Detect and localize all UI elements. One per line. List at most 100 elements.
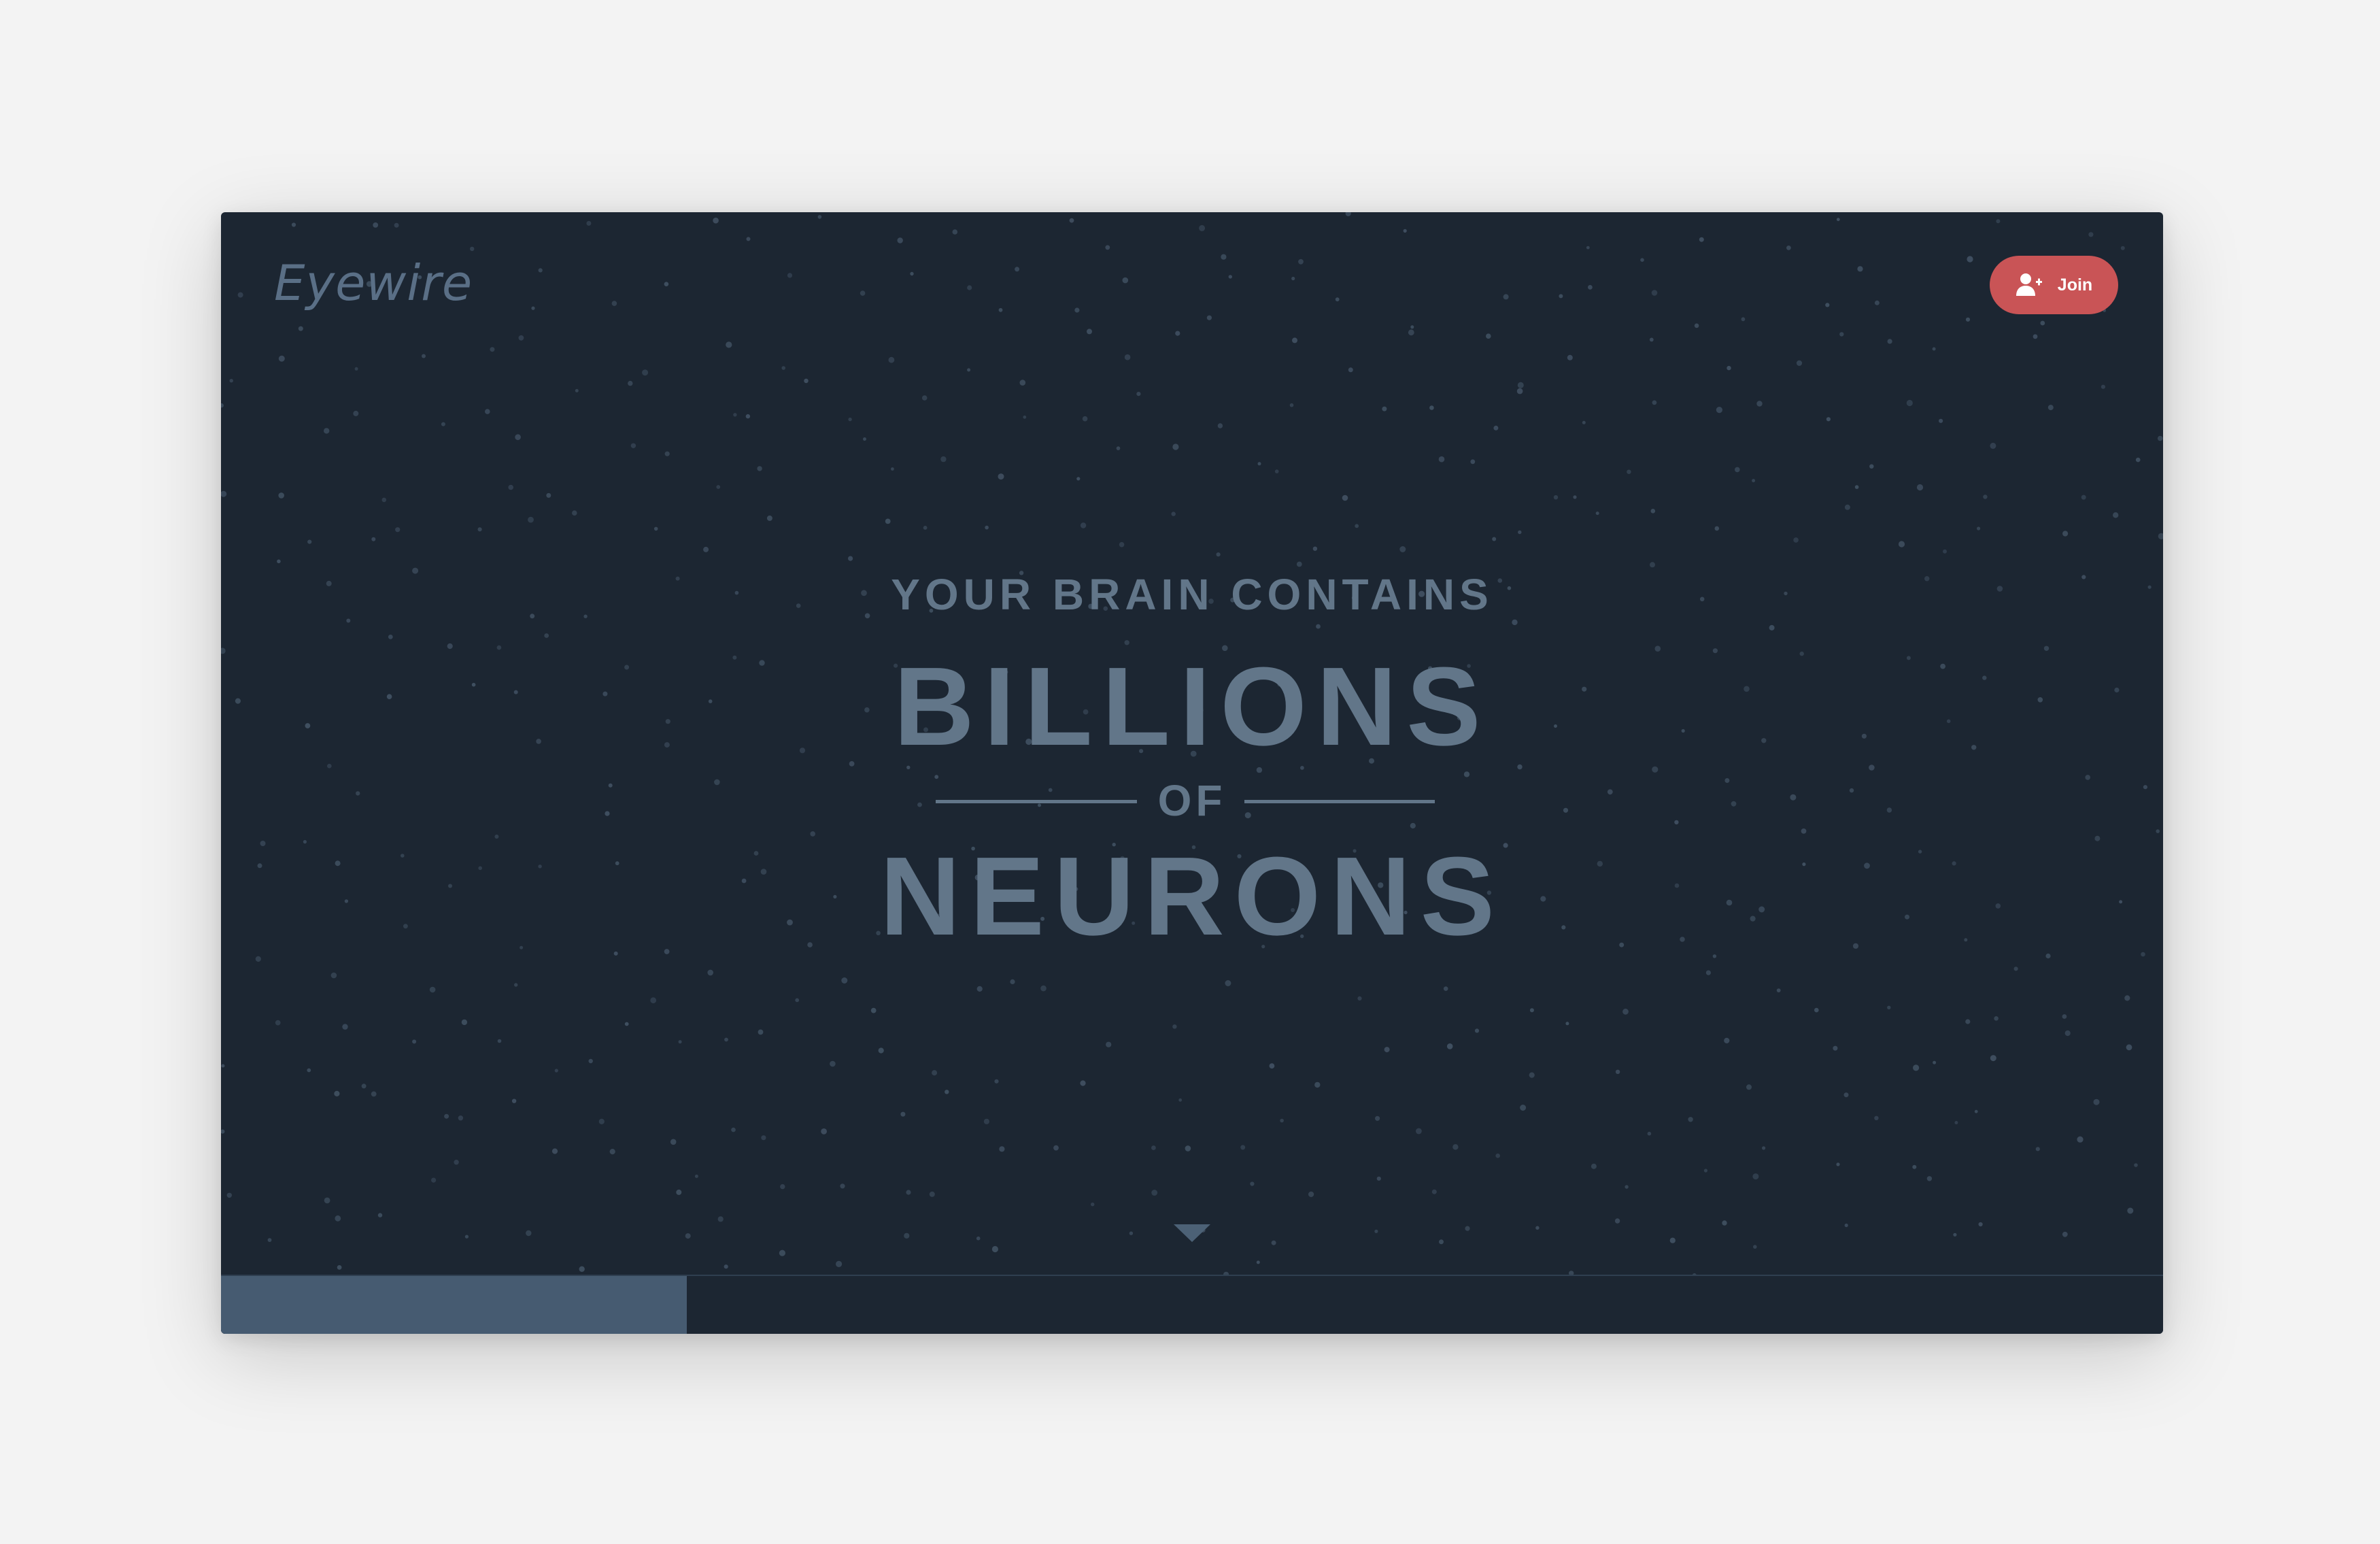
star-dot	[1074, 307, 1080, 313]
star-dot	[394, 222, 399, 228]
star-dot	[1452, 1144, 1459, 1150]
star-dot	[1492, 537, 1497, 541]
star-dot	[1887, 1005, 1891, 1010]
star-dot	[1857, 266, 1863, 272]
star-dot	[724, 1264, 728, 1269]
star-dot	[1839, 332, 1844, 337]
eyewire-logo[interactable]: Eyewire	[274, 258, 473, 307]
star-dot	[1470, 459, 1476, 465]
star-dot	[2033, 334, 2038, 339]
star-dot	[1724, 1037, 1730, 1043]
star-dot	[531, 306, 535, 310]
star-dot	[810, 831, 815, 837]
star-dot	[1105, 245, 1110, 250]
star-dot	[1627, 469, 1631, 474]
star-dot	[226, 1192, 232, 1198]
star-dot	[2156, 829, 2160, 833]
star-dot	[1010, 979, 1015, 984]
star-dot	[1712, 954, 1717, 958]
star-dot	[717, 1216, 724, 1222]
star-dot	[454, 1160, 459, 1165]
star-dot	[733, 413, 737, 417]
star-dot	[1932, 347, 1936, 351]
star-dot	[2062, 1014, 2067, 1019]
progress-bar-fill	[221, 1276, 687, 1334]
star-dot	[354, 367, 358, 371]
star-dot	[1559, 294, 1563, 299]
star-dot	[1716, 407, 1722, 414]
star-dot	[2047, 405, 2054, 411]
star-dot	[1591, 1163, 1597, 1169]
star-dot	[1836, 218, 1840, 222]
star-dot	[1943, 549, 1947, 554]
star-dot	[1647, 1131, 1652, 1136]
star-dot	[932, 1070, 938, 1076]
star-dot	[781, 366, 785, 370]
star-dot	[904, 1232, 910, 1239]
star-dot	[685, 1233, 691, 1239]
star-dot	[716, 485, 721, 489]
star-dot	[1912, 1164, 1917, 1169]
star-dot	[1926, 1176, 1933, 1181]
star-dot	[447, 643, 453, 650]
star-dot	[1429, 405, 1434, 410]
star-dot	[1722, 1220, 1727, 1226]
star-dot	[1567, 354, 1573, 360]
star-dot	[758, 1029, 764, 1035]
progress-bar	[221, 1275, 2163, 1334]
star-dot	[1335, 297, 1340, 302]
star-dot	[1512, 619, 1518, 626]
star-dot	[2013, 967, 2018, 971]
star-dot	[335, 1215, 341, 1222]
star-dot	[572, 510, 577, 516]
star-dot	[817, 215, 822, 219]
star-dot	[1746, 1084, 1752, 1090]
star-dot	[745, 414, 751, 419]
star-dot	[458, 1115, 464, 1121]
star-dot	[1493, 425, 1499, 431]
star-dot	[840, 1184, 845, 1189]
join-label: Join	[2057, 275, 2093, 295]
star-dot	[1786, 246, 1791, 250]
star-dot	[528, 516, 534, 523]
hero-title-billions: BILLIONS	[894, 644, 1491, 769]
join-button[interactable]: Join	[1990, 256, 2118, 314]
star-dot	[694, 1174, 698, 1178]
star-dot	[1688, 1117, 1693, 1122]
star-dot	[361, 1084, 367, 1089]
star-dot	[761, 1135, 766, 1141]
star-dot	[1382, 406, 1387, 412]
star-dot	[1298, 258, 1304, 265]
star-dot	[237, 292, 243, 298]
star-dot	[515, 434, 521, 440]
star-dot	[2120, 246, 2125, 250]
star-dot	[1199, 224, 1206, 231]
star-dot	[1080, 522, 1087, 528]
star-dot	[2040, 320, 2045, 326]
star-dot	[994, 1079, 999, 1084]
star-dot	[1357, 996, 1362, 1001]
star-dot	[1705, 970, 1711, 975]
star-dot	[2045, 953, 2051, 959]
star-dot	[1874, 1115, 1879, 1121]
star-dot	[579, 1266, 585, 1273]
star-dot	[1650, 562, 1655, 568]
star-dot	[1990, 1055, 1996, 1062]
star-dot	[1136, 392, 1141, 397]
star-dot	[511, 1098, 517, 1103]
triangle-down-icon[interactable]	[1174, 1224, 1210, 1242]
star-dot	[1129, 1231, 1134, 1235]
star-dot	[2134, 1163, 2138, 1167]
star-dot	[1762, 1146, 1766, 1150]
star-dot	[422, 354, 426, 358]
star-dot	[1752, 479, 1756, 483]
star-dot	[1652, 400, 1657, 405]
star-dot	[267, 1238, 272, 1242]
star-dot	[1292, 337, 1297, 343]
star-dot	[588, 1058, 593, 1064]
landing-window: Eyewire Join YOUR BRAIN CONTAINS BILLION…	[221, 212, 2163, 1334]
star-dot	[731, 1127, 736, 1132]
star-dot	[1994, 1016, 1999, 1021]
star-dot	[395, 527, 401, 533]
star-dot	[1913, 1064, 1920, 1071]
